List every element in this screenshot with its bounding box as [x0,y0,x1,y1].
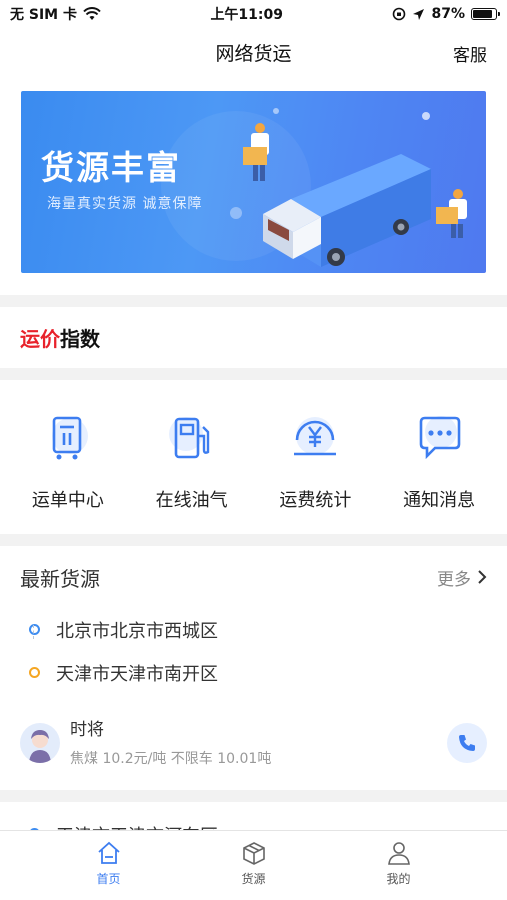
tab-home[interactable]: 首页 [69,831,149,900]
menu-label-messages: 通知消息 [403,490,476,511]
orientation-lock-icon [393,7,406,21]
index-title-red: 运价 [20,327,60,351]
clock-text: 上午11:09 [210,7,284,23]
phone-icon [459,735,475,751]
nav-bar: 网络货运 客服 [0,28,507,76]
waybill-icon [40,410,96,466]
freight-index-title: 运价指数 [20,323,100,352]
menu-label-freight-stats: 运费统计 [279,490,352,511]
chevron-right-icon [478,570,487,584]
tab-home-label: 首页 [96,872,121,886]
menu-label-waybill: 运单中心 [31,490,104,511]
more-label: 更多 [437,569,471,590]
cargo-details: 焦煤 10.2元/吨 不限车 10.01吨 [70,751,272,767]
latest-cargo-header: 最新货源 更多 [0,546,507,608]
banner-section: 货源丰富 海量真实货源 诚意保障 [0,76,507,295]
tab-profile-label: 我的 [386,872,411,886]
message-icon [411,410,467,466]
tab-profile[interactable]: 我的 [359,831,439,900]
origin-dot-icon [29,624,40,635]
shipper-name: 时将 [70,720,104,740]
tab-cargo-label: 货源 [241,872,266,886]
banner-subtitle: 海量真实货源 诚意保障 [47,196,203,212]
route-destination: 天津市天津市南开区 [29,651,507,694]
route-connector [33,625,34,639]
destination-dot-icon [29,667,40,678]
fuel-icon [164,410,220,466]
menu-item-messages[interactable]: 通知消息 [384,380,494,534]
quick-menu: 运单中心 在线油气 运费统计 通知消息 [0,380,507,534]
origin-text: 北京市北京市西城区 [56,620,218,642]
avatar [20,723,60,763]
battery-percent: 87% [431,6,465,22]
promo-banner[interactable]: 货源丰富 海量真实货源 诚意保障 [21,91,486,273]
yuan-coin-icon [287,410,343,466]
tab-bar: 首页 货源 我的 [0,830,507,900]
truck-illustration [243,123,467,267]
destination-text: 天津市天津市南开区 [56,663,218,685]
wifi-icon [83,7,101,20]
box-icon [242,842,265,865]
user-icon [387,842,410,865]
home-icon [97,841,120,864]
menu-item-waybill[interactable]: 运单中心 [13,380,123,534]
index-title-black: 指数 [60,327,100,351]
shipper-row: 时将 焦煤 10.2元/吨 不限车 10.01吨 [20,713,487,773]
menu-item-freight-stats[interactable]: 运费统计 [260,380,370,534]
status-bar: 无 SIM 卡 上午11:09 87% [0,0,507,28]
latest-cargo-section: 最新货源 更多 北京市北京市西城区 天津市天津市南开区 时将 焦煤 10.2元/… [0,546,507,790]
menu-item-fuel[interactable]: 在线油气 [137,380,247,534]
tab-cargo[interactable]: 货源 [214,831,294,900]
carrier-text: 无 SIM 卡 [10,7,77,23]
menu-label-fuel: 在线油气 [155,490,228,511]
customer-service-button[interactable]: 客服 [453,41,487,66]
battery-icon [470,8,500,20]
app-screen: 无 SIM 卡 上午11:09 87% 网络货运 客服 货源丰富 海量真实货源 … [0,0,507,900]
latest-cargo-title: 最新货源 [20,566,100,591]
call-button[interactable] [447,723,487,763]
route-origin: 北京市北京市西城区 [29,608,507,651]
cargo-route[interactable]: 北京市北京市西城区 天津市天津市南开区 [0,608,507,694]
freight-index-section[interactable]: 运价指数 [0,307,507,368]
more-link[interactable]: 更多 [437,565,487,590]
location-arrow-icon [413,8,425,20]
page-title: 网络货运 [215,42,292,65]
banner-title: 货源丰富 [41,148,181,187]
